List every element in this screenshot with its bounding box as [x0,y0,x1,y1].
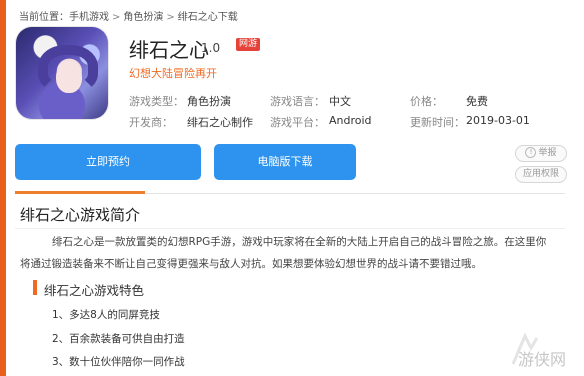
feature-item: 2、百余款装备可供自由打造 [52,333,185,345]
info-label-type: 游戏类型： [129,95,184,108]
breadcrumb-item-mobile-games[interactable]: 手机游戏 [69,12,109,23]
info-label-updated: 更新时间： [410,116,465,129]
pc-download-button[interactable]: 电脑版下载 [214,144,356,180]
active-tab-indicator [15,191,145,194]
breadcrumb: 当前位置：手机游戏 > 角色扮演 > 绯石之心下载 [19,8,238,23]
breadcrumb-prefix: 当前位置： [19,12,69,23]
intro-text-line-2: 将通过锻造装备来不断让自己变得更强来与敌人对抗。如果想要体验幻想世界的战斗请不要… [20,258,482,270]
intro-heading: 绯石之心游戏简介 [20,206,141,224]
section-divider [15,228,565,229]
online-game-badge: 网游 [236,38,261,51]
feature-item: 1、多达8人的同屏竞技 [52,309,160,321]
intro-text-line-1: 绯石之心是一款放置类的幻想RPG手游，游戏中玩家将在全新的大陆上开启自己的战斗冒… [52,236,547,248]
info-value-developer: 绯石之心制作 [187,116,253,129]
breadcrumb-separator: > [166,12,175,23]
breadcrumb-item-current: 绯石之心下载 [177,12,238,23]
left-accent-stripe [0,0,6,376]
report-icon: ! [525,147,537,158]
breadcrumb-item-rpg[interactable]: 角色扮演 [123,12,163,23]
features-heading-bar [33,280,37,295]
info-label-language: 游戏语言： [270,95,325,108]
game-cover-icon [16,27,108,119]
app-permissions-button[interactable]: 应用权限 [515,166,567,183]
game-version: 1.0 [201,41,221,55]
info-value-type[interactable]: 角色扮演 [187,93,231,109]
info-value-platform: Android [329,114,372,127]
info-label-developer: 开发商： [129,116,173,129]
report-label: 举报 [538,148,557,158]
feature-item: 3、数十位伙伴陪你一同作战 [52,356,185,368]
breadcrumb-separator: > [112,12,121,23]
features-heading: 绯石之心游戏特色 [44,283,145,298]
info-label-platform: 游戏平台： [270,116,325,129]
info-label-price: 价格： [410,95,443,108]
info-value-price: 免费 [466,95,488,108]
game-title: 绯石之心 [129,38,209,62]
reserve-button[interactable]: 立即预约 [15,144,201,180]
report-button[interactable]: ! 举报 [515,145,567,162]
info-value-language: 中文 [329,95,351,108]
watermark-text: 游侠网 [518,350,567,369]
game-subtitle: 幻想大陆冒险再开 [129,67,217,80]
info-value-updated: 2019-03-01 [466,114,530,127]
